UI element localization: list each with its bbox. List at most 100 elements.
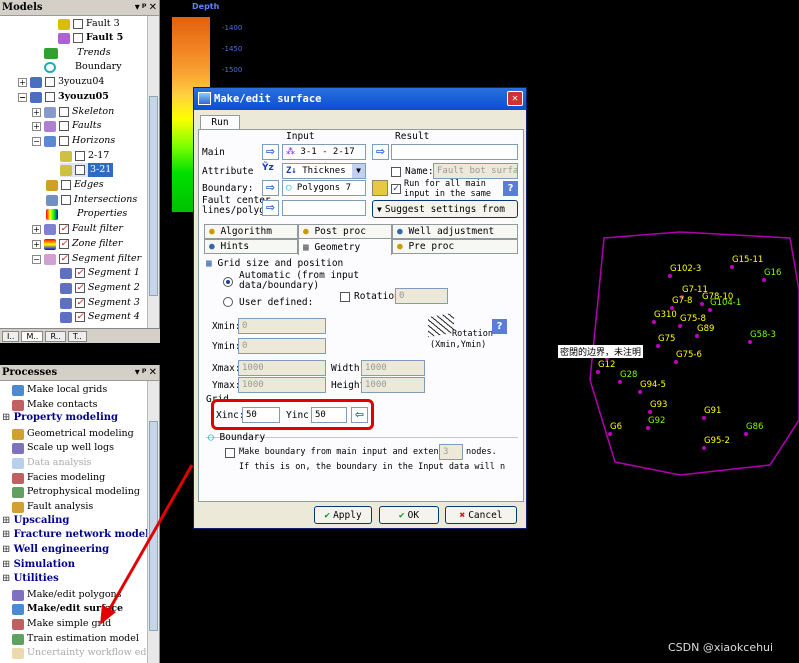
ok-button[interactable]: ✔ OK — [379, 506, 439, 524]
well-marker[interactable] — [668, 274, 672, 278]
main-input-field[interactable]: ⁂ 3-1 - 2-17 — [282, 144, 366, 160]
collapse-icon[interactable]: − — [32, 136, 41, 146]
tree-item-3youzu04[interactable]: +3youzu04 — [18, 75, 104, 89]
tree-item-segment4[interactable]: ✓ Segment 4 — [60, 310, 140, 324]
checkbox[interactable] — [59, 107, 69, 117]
fault-center-field[interactable] — [282, 200, 366, 216]
help-icon[interactable]: ? — [503, 181, 518, 196]
models-scrollbar[interactable] — [147, 16, 159, 328]
tree-item-2-17[interactable]: 2-17 — [60, 149, 109, 163]
well-marker[interactable] — [596, 370, 600, 374]
tab-input[interactable]: I.. — [2, 330, 20, 342]
xmax-field[interactable]: 1000 — [238, 360, 326, 376]
boundary-input-field[interactable]: ◯ Polygons 7 — [282, 180, 366, 196]
tree-item-segment-filter[interactable]: − ✓ Segment filter — [32, 252, 141, 266]
process-item[interactable]: Geometrical modeling — [12, 427, 134, 441]
pencil-icon[interactable] — [372, 180, 388, 196]
checkbox[interactable] — [45, 77, 55, 87]
checkbox[interactable] — [59, 121, 69, 131]
tab-models[interactable]: M.. — [21, 330, 44, 342]
cancel-button[interactable]: ✖ Cancel — [445, 506, 517, 524]
checkbox[interactable] — [75, 165, 85, 175]
apply-button[interactable]: ✔ Apply — [314, 506, 372, 524]
tab-algorithm[interactable]: ● Algorithm — [204, 224, 298, 239]
tree-item-trends[interactable]: Trends — [44, 46, 111, 60]
checkbox[interactable]: ✓ — [75, 312, 85, 322]
expand-icon[interactable]: ⊞ — [2, 529, 14, 540]
process-item[interactable]: Make contacts — [12, 398, 97, 412]
process-item[interactable]: Train estimation model — [12, 632, 139, 646]
collapse-icon[interactable]: − — [18, 92, 27, 102]
run-tab[interactable]: Run — [200, 115, 240, 130]
process-item[interactable]: Fault analysis — [12, 500, 93, 514]
height-field[interactable]: 1000 — [361, 377, 425, 393]
name-field[interactable]: Fault bot surface — [433, 163, 518, 179]
tree-item-3-21[interactable]: 3-21 — [60, 163, 114, 177]
process-item[interactable]: Scale up well logs — [12, 441, 114, 455]
tree-item-3youzu05[interactable]: − 3youzu05 — [18, 90, 109, 104]
checkbox[interactable]: ✓ — [59, 224, 69, 234]
tab-well-adjustment[interactable]: ● Well adjustment — [392, 224, 518, 239]
well-marker[interactable] — [700, 302, 704, 306]
checkbox[interactable]: ✓ — [59, 239, 69, 249]
checkbox[interactable]: ✓ — [75, 283, 85, 293]
pushpin-icon[interactable]: ᵖ — [142, 365, 147, 381]
boundary-insert-button[interactable]: ⇨ — [262, 180, 279, 196]
expand-icon[interactable]: ⊞ — [2, 412, 14, 423]
well-marker[interactable] — [652, 320, 656, 324]
well-marker[interactable] — [695, 334, 699, 338]
process-item[interactable]: Uncertainty workflow edi — [12, 646, 150, 660]
tree-item-fault5[interactable]: Fault 5 — [58, 31, 123, 45]
tree-item-horizons[interactable]: − Horizons — [32, 134, 115, 148]
well-marker[interactable] — [648, 410, 652, 414]
well-marker[interactable] — [674, 360, 678, 364]
tab-hints[interactable]: ● Hints — [204, 239, 298, 254]
collapse-icon[interactable]: − — [32, 254, 41, 264]
tree-item-edges[interactable]: Edges — [46, 178, 104, 192]
tab-post-proc[interactable]: ● Post proc — [298, 224, 392, 239]
well-marker[interactable] — [608, 432, 612, 436]
ymax-field[interactable]: 1000 — [238, 377, 326, 393]
suggest-settings-button[interactable]: ▼ Suggest settings from — [372, 200, 518, 218]
expand-icon[interactable]: + — [32, 224, 41, 234]
auto-radio[interactable] — [223, 277, 237, 288]
result-field[interactable] — [391, 144, 518, 160]
tree-item-zone-filter[interactable]: + ✓ Zone filter — [32, 237, 122, 251]
user-defined-radio[interactable] — [223, 297, 237, 308]
expand-icon[interactable]: + — [18, 77, 27, 87]
main-insert-button[interactable]: ⇨ — [262, 144, 279, 160]
tree-item-segment3[interactable]: ✓ Segment 3 — [60, 296, 140, 310]
close-icon[interactable]: ✕ — [149, 365, 157, 381]
name-checkbox[interactable] — [391, 167, 401, 177]
checkbox[interactable] — [75, 151, 85, 161]
dialog-titlebar[interactable]: Make/edit surface ✕ — [194, 88, 526, 110]
checkbox[interactable]: ✓ — [75, 298, 85, 308]
checkbox[interactable] — [73, 19, 83, 29]
tree-item-boundary[interactable]: Boundary — [44, 60, 122, 74]
tree-item-segment1[interactable]: ✓ Segment 1 — [60, 266, 140, 280]
well-marker[interactable] — [762, 278, 766, 282]
checkbox[interactable] — [45, 92, 55, 102]
well-marker[interactable] — [702, 416, 706, 420]
tab-pre-proc[interactable]: ● Pre proc — [392, 239, 518, 254]
dialog-close-button[interactable]: ✕ — [507, 91, 523, 106]
well-marker[interactable] — [708, 308, 712, 312]
result-insert-button[interactable]: ⇨ — [372, 144, 389, 160]
process-category[interactable]: ⊞ Simulation — [2, 559, 75, 570]
expand-icon[interactable]: ⊞ — [2, 544, 14, 555]
process-category[interactable]: ⊞ Upscaling — [2, 515, 69, 526]
expand-icon[interactable]: + — [32, 121, 41, 131]
checkbox[interactable] — [61, 180, 71, 190]
tab-templates[interactable]: T.. — [67, 330, 87, 342]
checkbox[interactable] — [59, 136, 69, 146]
checkbox[interactable] — [61, 195, 71, 205]
process-item[interactable]: Make local grids — [12, 383, 107, 397]
close-icon[interactable]: ✕ — [149, 0, 157, 16]
tree-item-properties[interactable]: Properties — [46, 207, 127, 221]
expand-icon[interactable]: ⊞ — [2, 515, 14, 526]
make-boundary-checkbox[interactable] — [225, 448, 235, 458]
boundary-nodes-field[interactable]: 3 — [439, 444, 463, 460]
tree-item-intersections[interactable]: Intersections — [46, 193, 137, 207]
checkbox[interactable]: ✓ — [59, 254, 69, 264]
well-marker[interactable] — [744, 432, 748, 436]
